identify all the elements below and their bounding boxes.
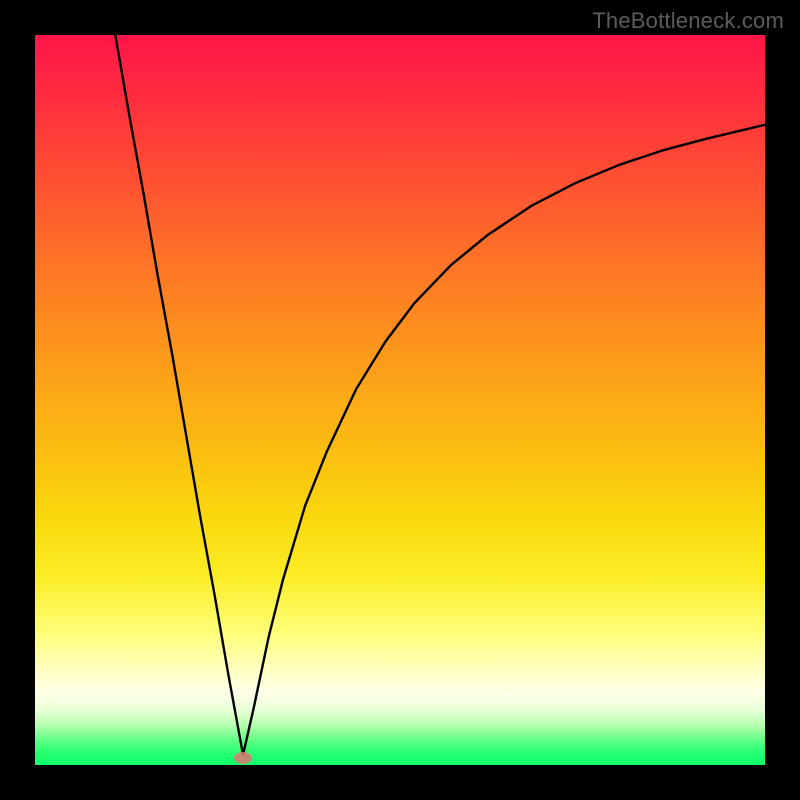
curve-path: [115, 35, 765, 755]
chart-frame: TheBottleneck.com: [0, 0, 800, 800]
minimum-marker: [234, 752, 252, 764]
plot-area: [35, 35, 765, 765]
watermark-text: TheBottleneck.com: [592, 8, 784, 34]
curve-svg: [35, 35, 765, 765]
